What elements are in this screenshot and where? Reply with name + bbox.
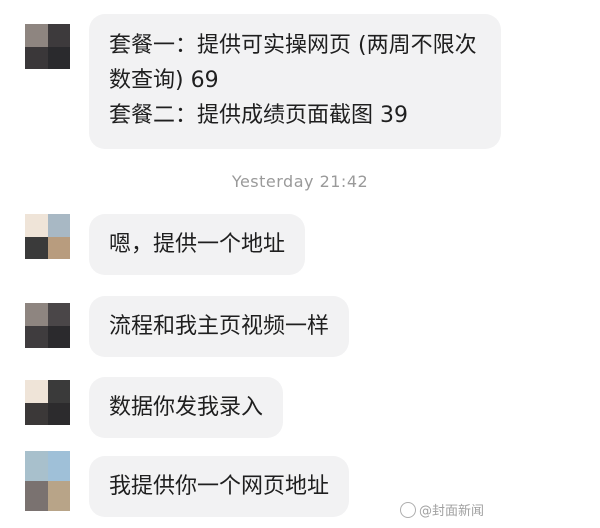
avatar[interactable]	[25, 24, 70, 69]
avatar-tile	[25, 481, 48, 511]
avatar-tile	[47, 303, 70, 326]
message-line: 套餐一：提供可实操网页 (两周不限次	[109, 33, 477, 58]
avatar[interactable]	[25, 303, 70, 348]
message-bubble[interactable]: 流程和我主页视频一样	[89, 296, 350, 357]
avatar-tile	[25, 303, 48, 326]
avatar-tile	[47, 46, 70, 69]
message-bubble[interactable]: 我提供你一个网页地址	[89, 456, 350, 517]
avatar-tile	[47, 236, 70, 259]
avatar-tile	[47, 325, 70, 348]
message-text: 嗯，提供一个地址	[109, 232, 286, 257]
avatar-tile	[25, 451, 48, 481]
message-bubble[interactable]: 套餐一：提供可实操网页 (两周不限次 数查询) 69 套餐二：提供成绩页面截图 …	[89, 14, 501, 149]
watermark-text: @封面新闻	[419, 504, 485, 519]
watermark: @封面新闻	[400, 500, 484, 519]
message-text: 我提供你一个网页地址	[109, 474, 330, 499]
avatar-tile	[25, 325, 48, 348]
timestamp-divider: Yesterday 21:42	[231, 172, 369, 191]
message-bubble[interactable]: 嗯，提供一个地址	[89, 214, 306, 275]
avatar-tile	[47, 380, 70, 403]
message-text: 流程和我主页视频一样	[109, 314, 330, 339]
avatar[interactable]	[25, 451, 70, 511]
avatar-tile	[25, 46, 48, 69]
avatar-tile	[25, 24, 48, 47]
avatar-tile	[25, 214, 48, 237]
avatar-tile	[47, 214, 70, 237]
message-text: 数据你发我录入	[109, 395, 264, 420]
avatar-tile	[47, 402, 70, 425]
weibo-logo-icon	[400, 501, 416, 518]
message-bubble[interactable]: 数据你发我录入	[89, 377, 284, 438]
avatar-tile	[47, 24, 70, 47]
avatar-tile	[25, 380, 48, 403]
avatar[interactable]	[25, 380, 70, 425]
avatar-tile	[47, 481, 70, 511]
avatar-tile	[25, 236, 48, 259]
message-line: 数查询) 69	[109, 68, 219, 93]
avatar-tile	[47, 451, 70, 481]
avatar[interactable]	[25, 214, 70, 259]
message-line: 套餐二：提供成绩页面截图 39	[109, 103, 408, 128]
avatar-tile	[25, 402, 48, 425]
